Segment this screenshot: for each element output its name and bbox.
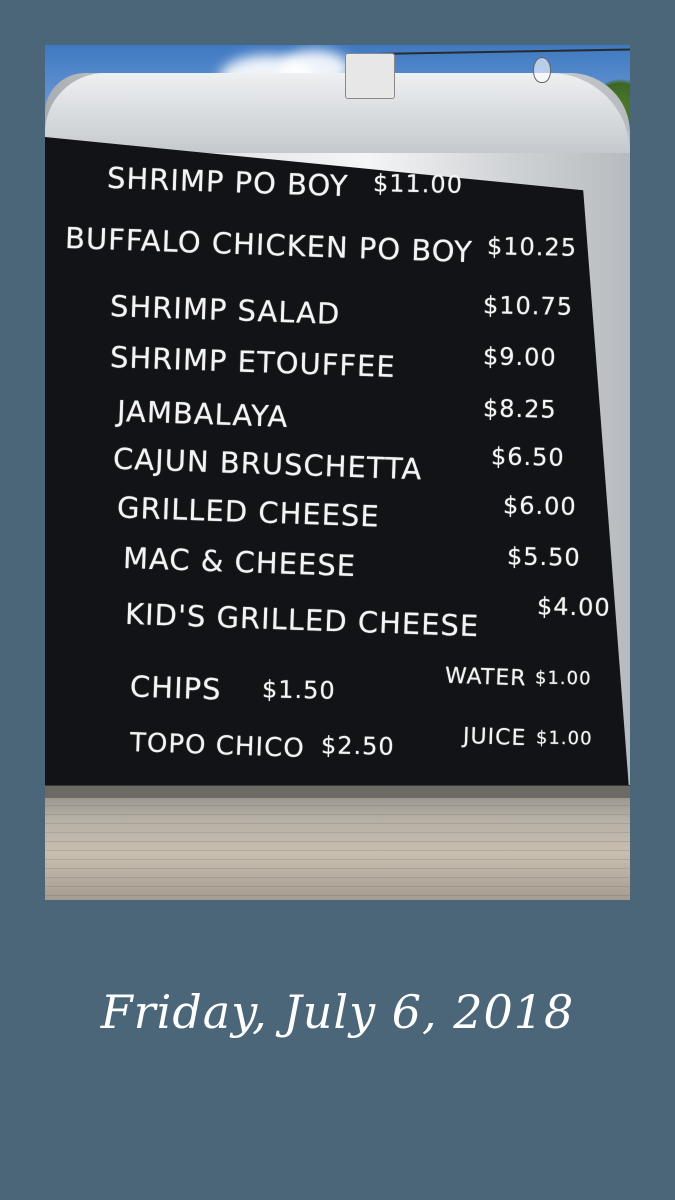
menu-item-price-row: $6.50 — [490, 442, 565, 472]
menu-item-name: SHRIMP PO BOY — [106, 160, 350, 204]
menu-item-price: $10.25 — [486, 232, 578, 262]
date-caption: Friday, July 6, 2018 — [100, 985, 575, 1039]
menu-item: WATER $1.00 — [444, 663, 592, 692]
wood-grain — [45, 805, 630, 900]
menu-item-price-row: $8.25 — [482, 394, 557, 424]
menu-item: JAMBALAYA — [116, 394, 289, 434]
menu-item-name: JAMBALAYA — [116, 394, 289, 434]
menu-item-name: WATER — [444, 663, 527, 692]
menu-item-price: $4.00 — [536, 592, 611, 622]
menu-item-price: $10.75 — [482, 291, 574, 321]
menu-item: BUFFALO CHICKEN PO BOY $10.25 — [65, 221, 578, 269]
menu-item-price-row: $4.00 — [536, 592, 611, 622]
light-bulb — [533, 57, 551, 83]
menu-item-name: JUICE — [462, 723, 527, 752]
chalk-ledge — [45, 785, 630, 798]
trailer-roof — [45, 73, 630, 153]
menu-item-name: CAJUN BRUSCHETTA — [112, 441, 423, 487]
menu-item: TOPO CHICO $2.50 — [129, 727, 395, 765]
menu-item: CAJUN BRUSCHETTA — [113, 442, 423, 487]
wall-bracket — [345, 53, 395, 99]
menu-item-price: $6.50 — [490, 442, 565, 472]
menu-item-name: BUFFALO CHICKEN PO BOY — [64, 220, 474, 270]
menu-item-price: $1.50 — [261, 675, 336, 705]
menu-item-name: KID'S GRILLED CHEESE — [124, 596, 480, 644]
menu-item-name: TOPO CHICO — [129, 727, 306, 765]
menu-item-price: $9.00 — [482, 342, 557, 372]
menu-item-price: $2.50 — [320, 731, 395, 761]
menu-item-price: $1.00 — [534, 667, 592, 690]
menu-item-price-row: $10.75 — [482, 291, 574, 321]
menu-item: SHRIMP SALAD — [109, 289, 340, 331]
menu-item: GRILLED CHEESE — [116, 490, 380, 533]
menu-item-price-row: $5.50 — [506, 542, 581, 572]
menu-item-price: $6.00 — [502, 491, 577, 521]
chalkboard-photo: SHRIMP PO BOY $11.00 BUFFALO CHICKEN PO … — [45, 45, 630, 900]
menu-item-name: CHIPS — [129, 669, 223, 707]
menu-item-name: GRILLED CHEESE — [116, 490, 381, 534]
menu-item-name: SHRIMP ETOUFFEE — [109, 340, 397, 384]
menu-item-price: $1.00 — [536, 727, 594, 750]
menu-item-name: SHRIMP SALAD — [109, 288, 341, 332]
menu-item-price: $5.50 — [506, 542, 581, 572]
menu-item-name: MAC & CHEESE — [122, 540, 357, 584]
menu-item: SHRIMP PO BOY $11.00 — [106, 161, 463, 203]
menu-item: CHIPS $1.50 — [129, 669, 336, 707]
menu-item-price-row: $9.00 — [482, 342, 557, 372]
menu-item-price: $11.00 — [372, 169, 463, 199]
menu-item: SHRIMP ETOUFFEE — [109, 340, 396, 384]
menu-item: JUICE $1.00 — [462, 723, 594, 752]
menu-item: MAC & CHEESE — [122, 541, 356, 583]
menu-item: KID'S GRILLED CHEESE — [125, 597, 480, 643]
menu-item-price-row: $6.00 — [502, 491, 577, 521]
menu-item-price: $8.25 — [482, 394, 557, 424]
